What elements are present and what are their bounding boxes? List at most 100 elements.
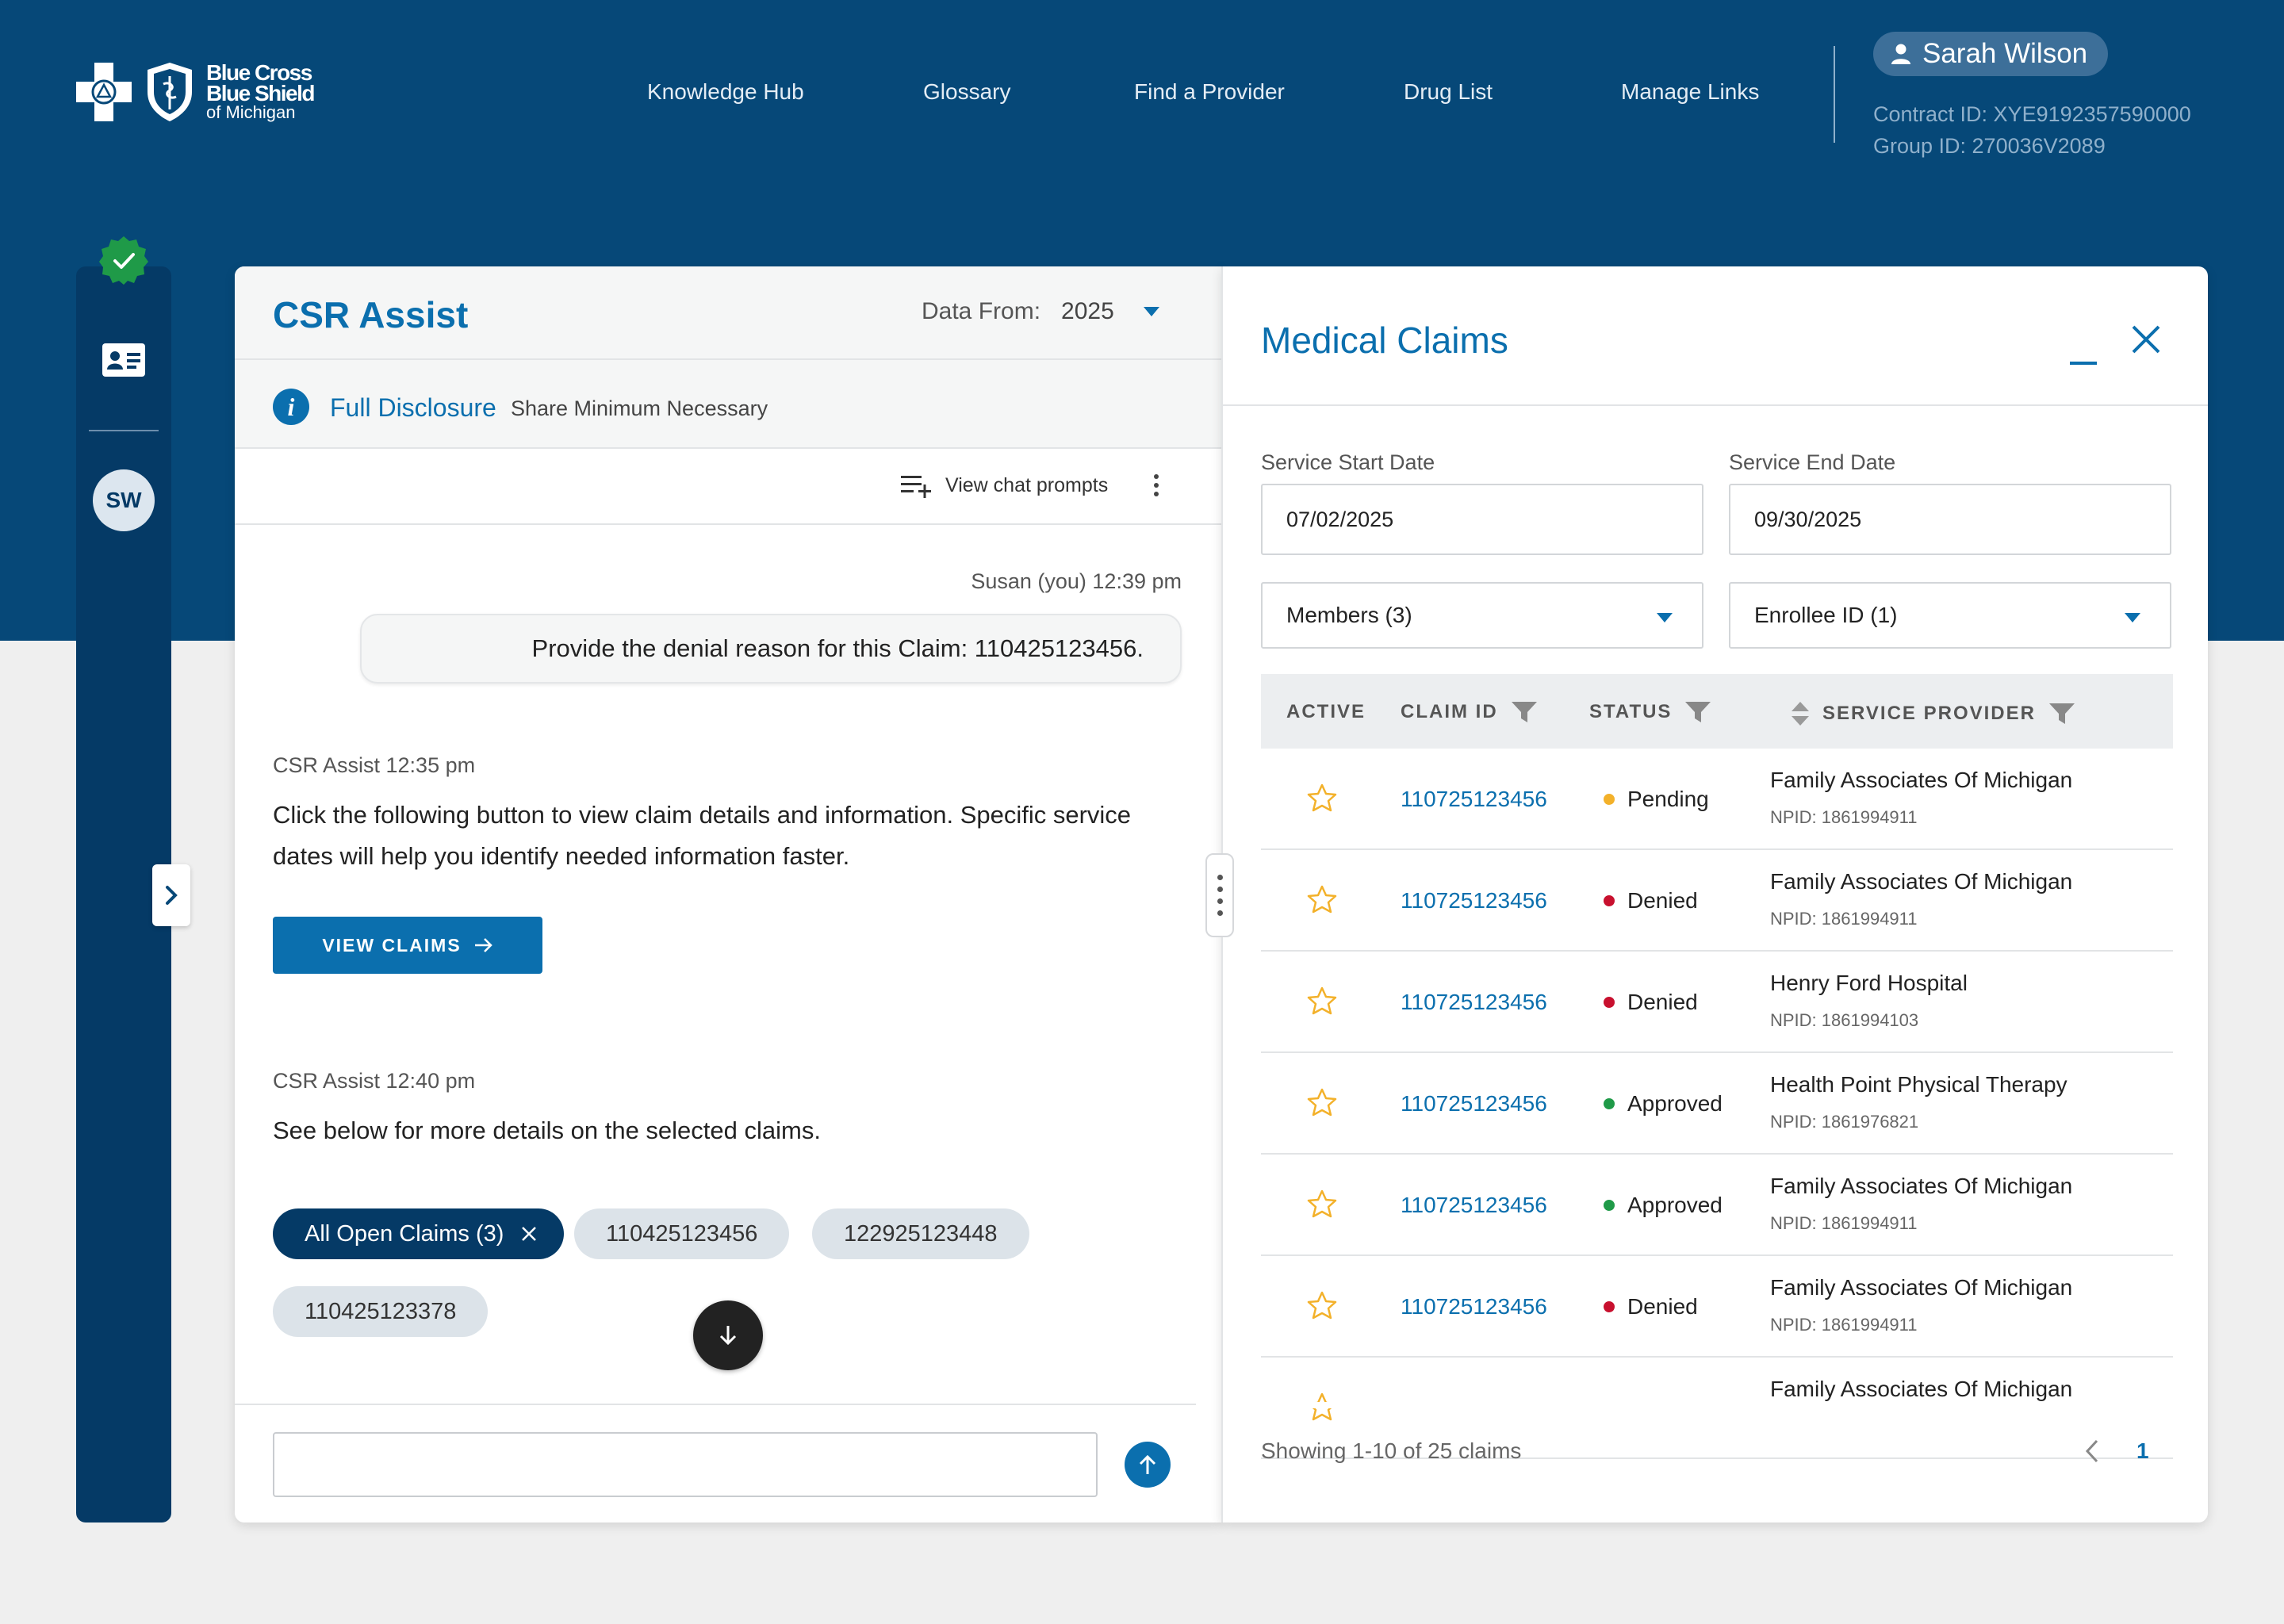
chip-claim[interactable]: 122925123448 [812,1208,1029,1259]
status-dot [1604,895,1615,906]
scroll-to-bottom-button[interactable] [693,1300,763,1370]
status-dot [1604,1301,1615,1312]
status-label: Denied [1627,888,1698,913]
user-message: Provide the denial reason for this Claim… [360,614,1182,684]
nav-drug-list[interactable]: Drug List [1404,79,1493,105]
input-divider [235,1404,1196,1405]
column-status[interactable]: STATUS [1589,701,1711,723]
minimize-icon[interactable] [2070,333,2097,365]
resize-handle[interactable] [1205,853,1234,937]
status-badge: Approved [1604,1193,1723,1218]
chip-claim[interactable]: 110425123378 [273,1286,489,1337]
claims-header: Medical Claims [1223,266,2208,406]
star-icon[interactable] [1307,1088,1337,1116]
group-id: Group ID: 270036V2089 [1873,134,2106,158]
star-icon[interactable] [1307,986,1337,1015]
bot-message: Click the following button to view claim… [273,801,1132,870]
close-icon[interactable] [521,1226,537,1242]
claim-id-link[interactable]: 110725123456 [1401,787,1547,812]
star-icon[interactable] [1307,885,1337,914]
provider-npid: NPID: 1861994911 [1770,807,1918,827]
user-menu-button[interactable]: Sarah Wilson [1873,32,2109,76]
provider-name: Family Associates Of Michigan [1770,1377,2073,1401]
send-button[interactable] [1125,1442,1171,1488]
bcbsm-logo[interactable]: Blue Cross Blue Shield of Michigan [75,60,315,124]
view-chat-prompts-label: View chat prompts [945,473,1109,496]
claim-id-link[interactable]: 110725123456 [1401,1294,1547,1320]
status-badge: Denied [1604,888,1698,914]
nav-manage-links[interactable]: Manage Links [1621,79,1759,105]
table-row[interactable]: 110725123456 Approved Family Associates Of… [1261,1155,2173,1256]
nav-find-a-provider[interactable]: Find a Provider [1134,79,1285,105]
claim-id-link[interactable]: 110725123456 [1401,888,1547,914]
status-label: Approved [1627,1091,1723,1116]
info-icon[interactable]: i [273,389,309,425]
star-icon[interactable] [1307,1189,1337,1218]
members-select[interactable]: Members (3) [1261,582,1703,649]
filter-icon[interactable] [1684,701,1711,723]
chevron-left-icon[interactable] [2084,1438,2100,1464]
more-options-icon[interactable] [1153,473,1159,498]
avatar[interactable]: SW [93,469,155,531]
arrow-down-icon [719,1326,737,1346]
table-row[interactable]: 110725123456 Pending Family Associates Of … [1261,749,2173,850]
contract-id: Contract ID: XYE9192357590000 [1873,102,2191,126]
provider-name: Health Point Physical Therapy [1770,1072,2067,1097]
chat-input[interactable] [273,1432,1098,1497]
provider-npid: NPID: 1861976821 [1770,1112,1919,1132]
rail-divider [89,430,159,431]
status-badge: Approved [1604,1091,1723,1116]
disclosure-bar: i Full Disclosure Share Minimum Necessar… [235,360,1221,449]
column-service-provider[interactable]: SERVICE PROVIDER [1791,701,2075,726]
expand-rail-button[interactable] [152,864,190,926]
enrollee-select[interactable]: Enrollee ID (1) [1729,582,2171,649]
nav-knowledge-hub[interactable]: Knowledge Hub [647,79,804,105]
filter-icon[interactable] [2048,703,2075,725]
provider-name: Family Associates Of Michigan [1770,1275,2073,1300]
chip-claim[interactable]: 110425123456 [574,1208,790,1259]
star-icon[interactable] [1307,1291,1337,1320]
sort-icon[interactable] [1791,701,1810,726]
status-label: Denied [1627,1294,1698,1319]
logo-wordmark: Blue Cross Blue Shield of Michigan [206,60,315,122]
claim-id-link[interactable]: 110725123456 [1401,990,1547,1015]
star-icon[interactable] [1307,783,1337,812]
end-date-label: Service End Date [1729,450,1896,474]
member-card-icon[interactable] [102,343,146,377]
status-dot [1604,794,1615,805]
table-row[interactable]: 110725123456 Denied Henry Ford Hospital NPI… [1261,952,2173,1053]
data-from-value: 2025 [1061,298,1114,324]
members-value: Members (3) [1286,603,1412,627]
arrow-right-icon [474,938,492,952]
provider-npid: NPID: 1861994911 [1770,1213,1918,1233]
status-badge: Denied [1604,990,1698,1015]
start-date-label: Service Start Date [1261,450,1435,474]
table-row[interactable]: 110725123456 Denied Family Associates Of M… [1261,850,2173,952]
view-claims-button[interactable]: VIEW CLAIMS [273,917,542,974]
provider-name: Family Associates Of Michigan [1770,869,2073,894]
provider-name: Family Associates Of Michigan [1770,1174,2073,1198]
caret-down-icon [1657,613,1673,622]
claim-id-link[interactable]: 110725123456 [1401,1091,1547,1116]
column-claim-id[interactable]: CLAIM ID [1401,701,1538,723]
claim-id-link[interactable]: 110725123456 [1401,1193,1547,1218]
csr-assist-panel: CSR Assist Data From: 2025 i Full Disclo… [235,266,1221,1522]
person-icon [1891,44,1910,64]
verified-badge-icon [99,236,148,285]
disclosure-title[interactable]: Full Disclosure [330,393,496,423]
table-row[interactable]: 110725123456 Approved Health Point Physica… [1261,1053,2173,1155]
nav-glossary[interactable]: Glossary [923,79,1010,105]
caret-down-icon [1143,307,1159,316]
chip-all-open-claims[interactable]: All Open Claims (3) [273,1208,565,1259]
end-date-field[interactable]: 09/30/2025 [1729,484,2171,555]
page-number[interactable]: 1 [2136,1438,2149,1464]
blue-cross-icon [76,63,132,121]
data-from-select[interactable]: Data From: 2025 [922,298,1160,325]
table-row[interactable]: 110725123456 Denied Family Associates Of M… [1261,1256,2173,1358]
view-chat-prompts-button[interactable]: View chat prompts [901,473,1108,498]
filter-icon[interactable] [1511,701,1538,723]
status-label: Approved [1627,1193,1723,1217]
provider-name: Family Associates Of Michigan [1770,768,2073,792]
start-date-field[interactable]: 07/02/2025 [1261,484,1703,555]
close-icon[interactable] [2132,325,2160,354]
